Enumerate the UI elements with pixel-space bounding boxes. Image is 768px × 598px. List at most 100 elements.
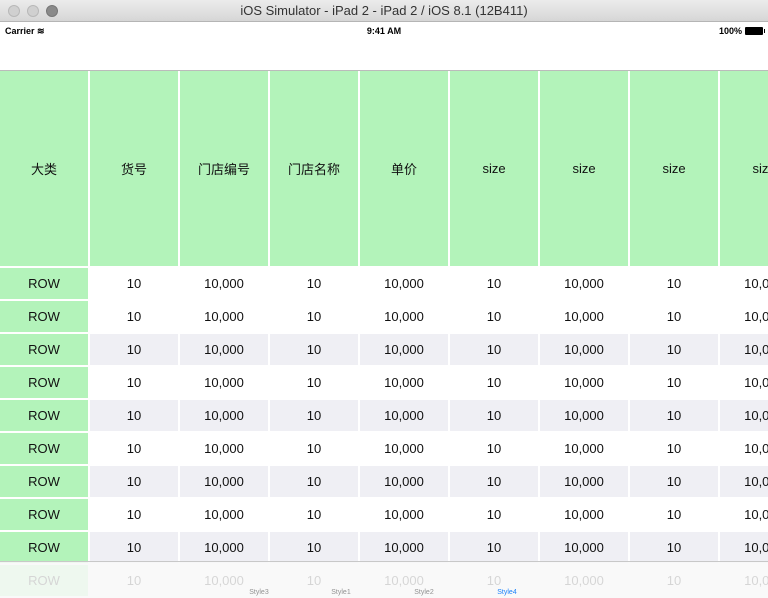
table-cell[interactable]: 10,000 — [360, 400, 448, 431]
column-header[interactable]: size — [540, 71, 628, 266]
table-cell[interactable]: 10,000 — [540, 367, 628, 398]
table-cell[interactable]: 10,000 — [360, 367, 448, 398]
table-cell[interactable]: 10,000 — [180, 268, 268, 299]
header-row[interactable]: 大类货号门店编号门店名称单价sizesizesizesize — [0, 71, 768, 266]
table-cell[interactable]: 10 — [630, 301, 718, 332]
table-cell[interactable]: ROW — [0, 400, 88, 431]
table-cell[interactable]: 10 — [450, 466, 538, 497]
table-cell[interactable]: ROW — [0, 367, 88, 398]
table-cell[interactable]: 10 — [630, 268, 718, 299]
table-cell[interactable]: ROW — [0, 301, 88, 332]
table-cell[interactable]: 10,000 — [540, 334, 628, 365]
table-cell[interactable]: 10 — [450, 499, 538, 530]
table-row[interactable]: ROW1010,0001010,0001010,0001010,000 — [0, 499, 768, 530]
tab-style1[interactable]: Style1 — [311, 589, 371, 596]
table-cell[interactable]: 10 — [90, 367, 178, 398]
table-cell[interactable]: 10 — [270, 433, 358, 464]
minimize-window-button[interactable] — [27, 5, 39, 17]
zoom-window-button[interactable] — [46, 5, 58, 17]
table-cell[interactable]: 10 — [90, 400, 178, 431]
table-cell[interactable]: 10,000 — [360, 499, 448, 530]
column-header[interactable]: 货号 — [90, 71, 178, 266]
table-row[interactable]: ROW1010,0001010,0001010,0001010,000 — [0, 466, 768, 497]
table-cell[interactable]: 10,000 — [720, 268, 768, 299]
table-cell[interactable]: 10 — [90, 466, 178, 497]
table-cell[interactable]: 10 — [90, 301, 178, 332]
table-cell[interactable]: 10,000 — [360, 334, 448, 365]
table-cell[interactable]: 10,000 — [360, 532, 448, 563]
table-row[interactable]: ROW1010,0001010,0001010,0001010,000 — [0, 268, 768, 299]
table-cell[interactable]: ROW — [0, 433, 88, 464]
table-cell[interactable]: 10,000 — [540, 301, 628, 332]
table-cell[interactable]: 10,000 — [720, 301, 768, 332]
table-cell[interactable]: 10 — [630, 334, 718, 365]
table-row[interactable]: ROW1010,0001010,0001010,0001010,000 — [0, 334, 768, 365]
column-header[interactable]: 门店名称 — [270, 71, 358, 266]
table-cell[interactable]: 10,000 — [540, 532, 628, 563]
table-row[interactable]: ROW1010,0001010,0001010,0001010,000 — [0, 400, 768, 431]
table-cell[interactable]: 10 — [450, 367, 538, 398]
table-row[interactable]: ROW1010,0001010,0001010,0001010,000 — [0, 367, 768, 398]
table-cell[interactable]: 10 — [450, 334, 538, 365]
table-cell[interactable]: 10,000 — [720, 367, 768, 398]
table-cell[interactable]: 10,000 — [720, 532, 768, 563]
table-cell[interactable]: 10,000 — [540, 433, 628, 464]
table-cell[interactable]: 10,000 — [360, 301, 448, 332]
table-cell[interactable]: 10 — [90, 433, 178, 464]
column-header[interactable]: size — [450, 71, 538, 266]
table-cell[interactable]: 10,000 — [540, 466, 628, 497]
table-cell[interactable]: 10 — [270, 499, 358, 530]
table-cell[interactable]: 10,000 — [180, 400, 268, 431]
table-cell[interactable]: 10,000 — [360, 433, 448, 464]
table-cell[interactable]: 10 — [270, 334, 358, 365]
table-cell[interactable]: 10 — [450, 433, 538, 464]
table-cell[interactable]: 10 — [90, 334, 178, 365]
table-cell[interactable]: ROW — [0, 268, 88, 299]
table-cell[interactable]: 10,000 — [360, 268, 448, 299]
table-cell[interactable]: 10 — [270, 466, 358, 497]
tab-style3[interactable]: Style3 — [229, 589, 289, 596]
table-cell[interactable]: 10,000 — [180, 499, 268, 530]
column-header[interactable]: size — [720, 71, 768, 266]
column-header[interactable]: size — [630, 71, 718, 266]
table-cell[interactable]: 10 — [630, 532, 718, 563]
table-cell[interactable]: 10 — [630, 466, 718, 497]
table-cell[interactable]: 10,000 — [180, 334, 268, 365]
table-cell[interactable]: 10 — [630, 367, 718, 398]
table-cell[interactable]: 10 — [450, 301, 538, 332]
table-cell[interactable]: 10,000 — [720, 433, 768, 464]
table-cell[interactable]: 10 — [270, 268, 358, 299]
column-header[interactable]: 单价 — [360, 71, 448, 266]
table-cell[interactable]: 10,000 — [720, 334, 768, 365]
table-cell[interactable]: 10,000 — [180, 433, 268, 464]
table-row[interactable]: ROW1010,0001010,0001010,0001010,000 — [0, 301, 768, 332]
table-cell[interactable]: 10,000 — [180, 466, 268, 497]
table-cell[interactable]: 10,000 — [180, 532, 268, 563]
table-cell[interactable]: 10 — [270, 400, 358, 431]
table-cell[interactable]: 10,000 — [180, 367, 268, 398]
table-cell[interactable]: 10 — [630, 433, 718, 464]
table-cell[interactable]: ROW — [0, 334, 88, 365]
table-cell[interactable]: 10 — [450, 532, 538, 563]
table-row[interactable]: ROW1010,0001010,0001010,0001010,000 — [0, 532, 768, 563]
table-cell[interactable]: 10 — [90, 268, 178, 299]
column-header[interactable]: 大类 — [0, 71, 88, 266]
table-row[interactable]: ROW1010,0001010,0001010,0001010,000 — [0, 433, 768, 464]
table-cell[interactable]: 10 — [630, 400, 718, 431]
table-cell[interactable]: 10 — [270, 532, 358, 563]
table-cell[interactable]: 10 — [630, 499, 718, 530]
table-cell[interactable]: 10 — [90, 532, 178, 563]
table-cell[interactable]: ROW — [0, 499, 88, 530]
table-cell[interactable]: ROW — [0, 466, 88, 497]
tab-style4[interactable]: Style4 — [477, 589, 537, 596]
table-cell[interactable]: 10 — [90, 499, 178, 530]
column-header[interactable]: 门店编号 — [180, 71, 268, 266]
table-cell[interactable]: 10 — [270, 367, 358, 398]
table-cell[interactable]: 10,000 — [720, 499, 768, 530]
table-cell[interactable]: 10,000 — [720, 466, 768, 497]
table-cell[interactable]: 10,000 — [540, 268, 628, 299]
table-cell[interactable]: 10,000 — [720, 400, 768, 431]
table-cell[interactable]: 10,000 — [540, 400, 628, 431]
table-cell[interactable]: 10,000 — [360, 466, 448, 497]
table-cell[interactable]: 10 — [450, 268, 538, 299]
